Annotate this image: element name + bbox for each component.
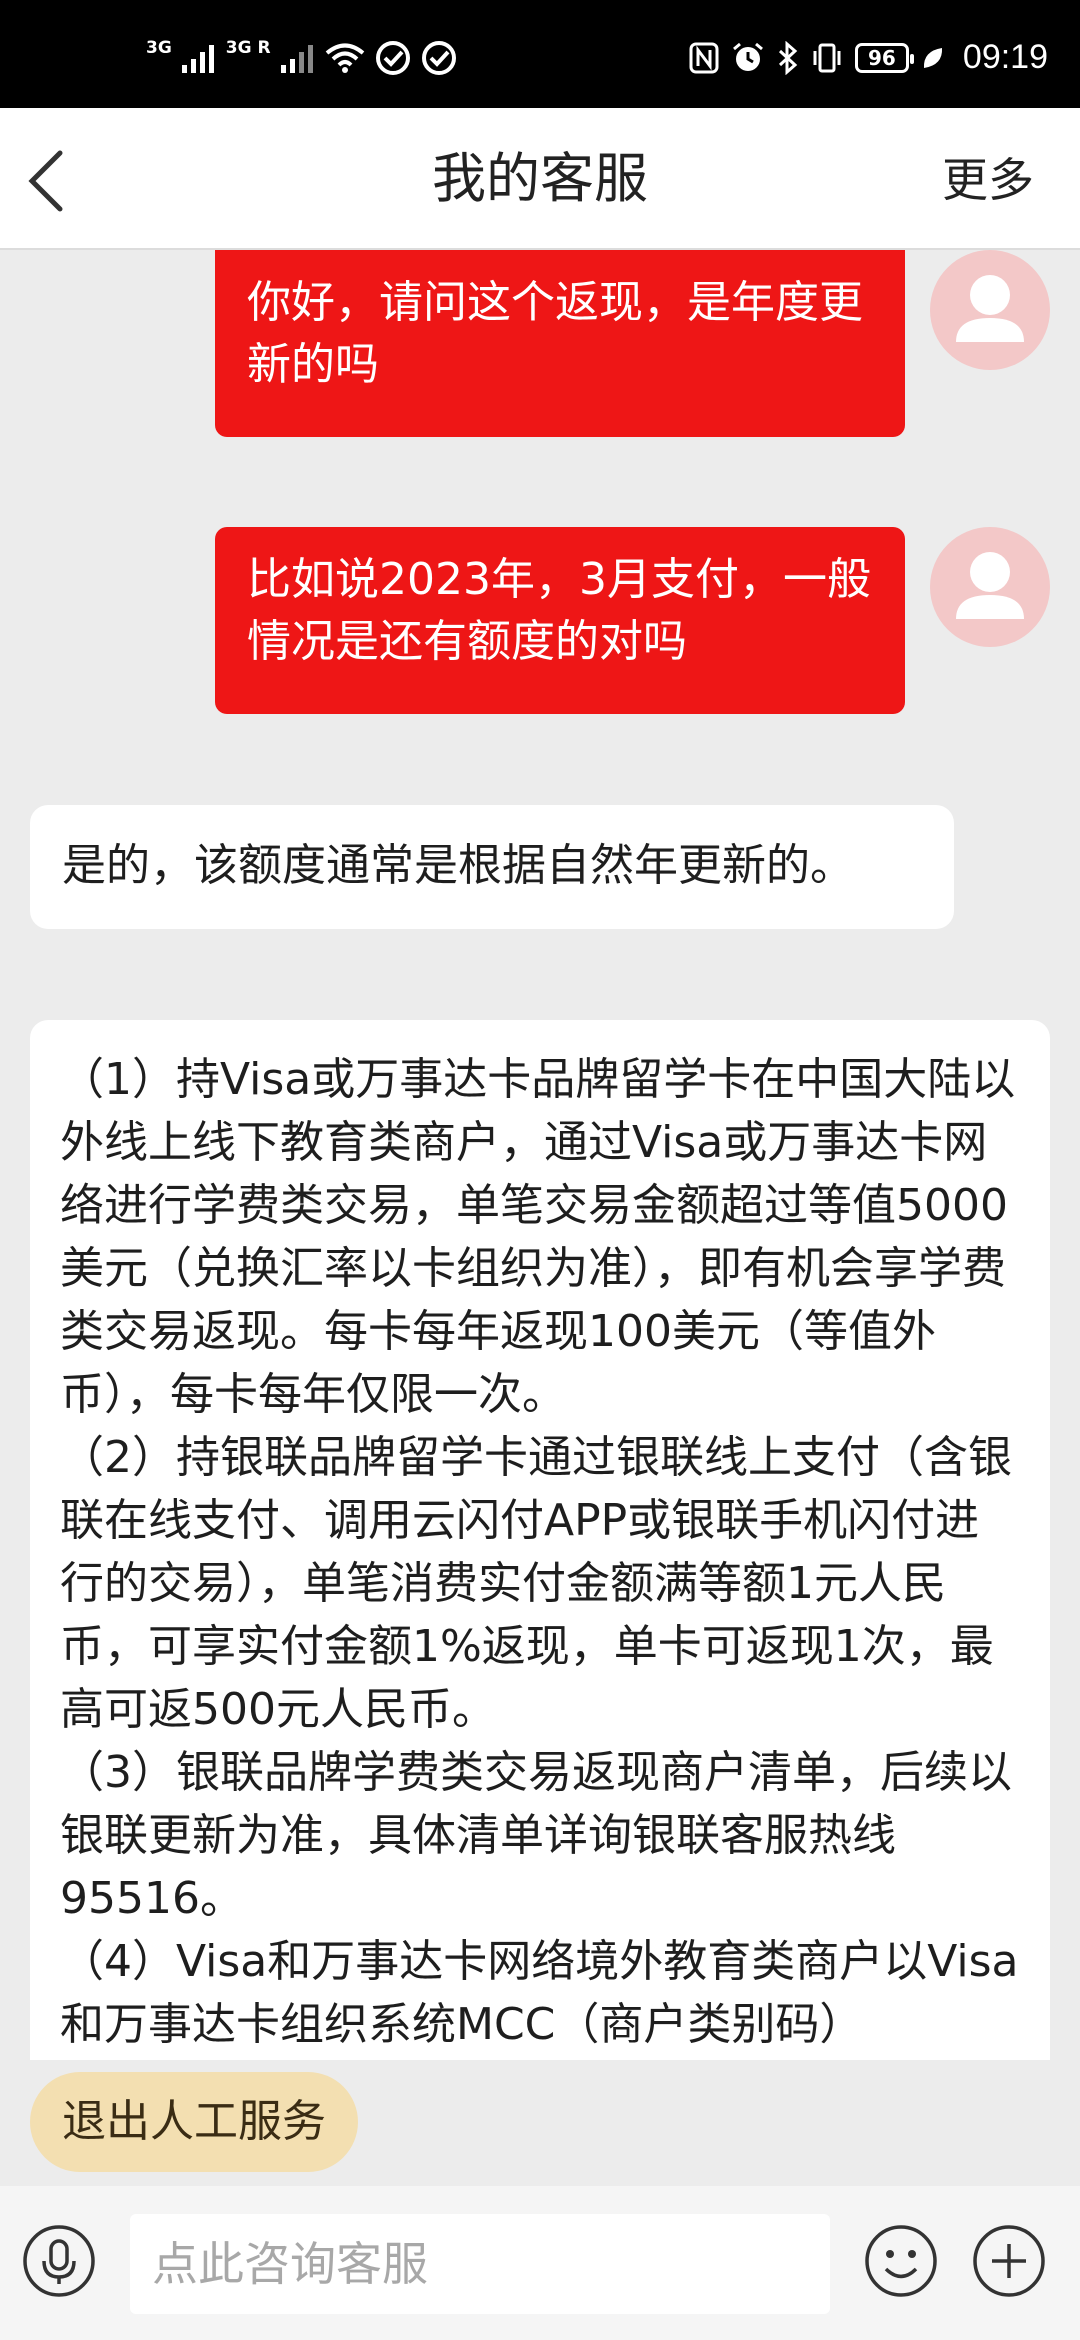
exit-human-service-button[interactable]: 退出人工服务 — [30, 2072, 358, 2172]
network-label-2: 3G R — [225, 38, 271, 58]
vibrate-icon — [813, 43, 841, 72]
user-message: 比如说2023年，3月支付，一般情况是还有额度的对吗 — [215, 527, 905, 714]
status-bar: 3G 3G R 96 09:19 — [0, 0, 1080, 108]
user-avatar[interactable] — [930, 250, 1050, 370]
chat-list[interactable]: 你好，请问这个返现，是年度更新的吗 比如说2023年，3月支付，一般情况是还有额… — [0, 250, 1080, 2060]
wifi-icon — [325, 43, 364, 73]
battery-icon: 96 — [854, 42, 914, 73]
user-avatar[interactable] — [930, 527, 1050, 647]
screen: 3G 3G R 96 09:19 我的客服 更多 你好，请问这个返现，是年度更新… — [0, 0, 1080, 2340]
plus-icon — [973, 2225, 1045, 2297]
agent-message: 是的，该额度通常是根据自然年更新的。 — [30, 805, 954, 929]
message-paragraph: （1）持Visa或万事达卡品牌留学卡在中国大陆以外线上线下教育类商户，通过Vis… — [60, 1054, 1016, 1420]
message-text: 是的，该额度通常是根据自然年更新的。 — [62, 840, 854, 891]
network-label-1: 3G — [146, 38, 172, 58]
person-icon — [956, 275, 1024, 342]
message-text: 你好，请问这个返现，是年度更新的吗 — [247, 277, 863, 390]
status-left: 3G 3G R — [146, 40, 457, 76]
emoji-button[interactable] — [864, 2224, 938, 2298]
bluetooth-icon — [778, 40, 798, 75]
check-circle-icon-2 — [421, 41, 456, 75]
more-actions-button[interactable] — [972, 2224, 1046, 2298]
input-bar — [0, 2186, 1080, 2340]
check-circle-icon — [375, 41, 410, 75]
alarm-icon — [732, 42, 763, 71]
leaf-icon — [923, 47, 942, 68]
message-paragraph: （3）银联品牌学费类交易返现商户清单，后续以银联更新为准，具体清单详询银联客服热… — [60, 1747, 1012, 1924]
page-title: 我的客服 — [432, 147, 648, 210]
status-right: 96 09:19 — [689, 38, 1048, 77]
microphone-icon — [23, 2225, 95, 2297]
clock: 09:19 — [962, 38, 1048, 76]
signal-icon — [181, 45, 214, 73]
message-text: 比如说2023年，3月支付，一般情况是还有额度的对吗 — [247, 554, 871, 667]
agent-message: （1）持Visa或万事达卡品牌留学卡在中国大陆以外线上线下教育类商户，通过Vis… — [30, 1020, 1050, 2060]
smiley-icon — [865, 2225, 937, 2297]
message-paragraph: （4）Visa和万事达卡网络境外教育类商户以Visa和万事达卡组织系统MCC（商… — [60, 1936, 1019, 2050]
nfc-icon — [689, 42, 719, 73]
message-input[interactable] — [130, 2214, 830, 2314]
person-icon — [956, 552, 1024, 619]
user-message: 你好，请问这个返现，是年度更新的吗 — [215, 250, 905, 437]
battery-level: 96 — [867, 45, 896, 70]
message-paragraph: （2）持银联品牌留学卡通过银联线上支付（含银联在线支付、调用云闪付APP或银联手… — [60, 1432, 1012, 1735]
signal-icon-2 — [280, 45, 313, 73]
more-button[interactable]: 更多 — [942, 150, 1034, 210]
voice-button[interactable] — [22, 2224, 96, 2298]
app-header: 我的客服 更多 — [0, 108, 1080, 250]
